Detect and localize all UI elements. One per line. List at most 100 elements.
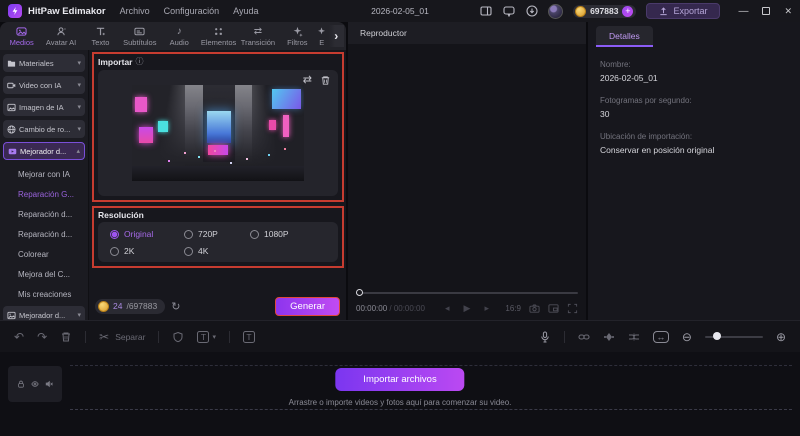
subtitles-icon [134,27,145,36]
play-icon[interactable]: ▶ [464,303,471,314]
tab-audio[interactable]: ♪ Audio [160,25,199,47]
sidebar-subitem-reparacion-d1[interactable]: Reparación d... [3,204,85,224]
radio-original[interactable]: Original [110,229,184,239]
refresh-icon[interactable]: ↻ [171,300,180,313]
next-frame-icon[interactable]: ▸ [484,303,489,314]
layout-panels-icon[interactable] [479,5,492,18]
menu-archivo[interactable]: Archivo [120,6,150,16]
tab-label: Subtítulos [123,38,157,47]
tab-transicion[interactable]: ⇄ Transición [238,25,277,47]
previous-frame-icon[interactable]: ◂ [445,303,450,314]
sidebar-subitem-mejora-del-c[interactable]: Mejora del C... [3,264,85,284]
field-label: Fotogramas por segundo: [600,96,692,105]
replace-media-icon[interactable]: ⇄ [303,75,312,86]
radio-dot-icon [110,246,119,256]
sidebar-subitem-mis-creaciones[interactable]: Mis creaciones [3,284,85,304]
sidebar-item-video-con-ia[interactable]: Video con IA ▾ [3,76,85,94]
split-label: Separar [115,331,146,342]
zoom-in-icon[interactable]: ⊕ [776,330,786,344]
radio-dot-icon [184,246,193,256]
titlebar-actions: 697883 + Exportar — ✕ [479,3,792,19]
seek-knob[interactable] [356,289,363,296]
fit-timeline-icon[interactable]: ↔ [652,330,669,343]
import-files-button[interactable]: Importar archivos [335,368,465,391]
timeline-zoom-slider[interactable] [704,332,763,340]
delete-trash-icon[interactable] [60,331,72,343]
tab-texto[interactable]: Texto [81,25,120,47]
sidebar-subitem-mejorar-con-ia[interactable]: Mejorar con IA [3,164,85,184]
bolt-icon [12,7,18,15]
tab-medios[interactable]: Medios [2,25,41,47]
info-icon[interactable]: ⓘ [135,56,143,67]
unlink-icon[interactable] [628,331,640,343]
tab-elementos[interactable]: Elementos [199,25,238,47]
eye-icon[interactable] [31,380,39,388]
text-template-icon[interactable]: T [242,330,255,343]
sidebar-item-imagen-de-ia[interactable]: Imagen de IA ▾ [3,98,85,116]
radio-1080p[interactable]: 1080P [250,229,326,239]
tab-label: E [319,37,325,47]
import-dropzone[interactable]: ⇄ [98,70,338,196]
pip-icon[interactable] [548,303,559,314]
add-credits-icon[interactable]: + [622,5,634,17]
media-thumbnail[interactable] [132,85,304,181]
radio-dot-icon [184,229,193,239]
radio-2k[interactable]: 2K [110,246,184,256]
import-section: Importar ⓘ ⇄ [92,52,344,202]
text-icon [96,27,105,36]
lock-icon[interactable] [17,380,25,388]
caret-down-icon: ▾ [77,126,81,133]
radio-4k[interactable]: 4K [184,246,250,256]
undo-icon[interactable]: ↶ [14,331,24,343]
tabs-scroll-right-button[interactable]: › [328,25,344,47]
minimize-button[interactable]: — [738,6,748,17]
speaker-mute-icon[interactable] [45,380,53,388]
microphone-icon[interactable] [539,331,551,343]
generate-button[interactable]: Generar [275,296,340,316]
fullscreen-icon[interactable] [567,303,578,314]
download-icon[interactable] [525,5,538,18]
scissors-split-icon[interactable]: ✂ [99,331,109,343]
tab-detalles[interactable]: Detalles [596,26,653,47]
zoom-out-icon[interactable]: ⊖ [682,330,692,344]
sidebar-subitem-colorear[interactable]: Colorear [3,244,85,264]
sidebar-item-materiales[interactable]: Materiales ▾ [3,54,85,72]
seek-bar[interactable] [356,289,578,296]
snapshot-camera-icon[interactable] [529,303,540,314]
user-avatar[interactable] [548,3,564,19]
tab-label: Transición [240,38,276,47]
sidebar-item-label: Mejorador d... [20,146,67,156]
tab-filtros[interactable]: Filtros [278,25,317,47]
tab-avatar-ai[interactable]: Avatar AI [41,25,80,47]
thumb-art-neon-sign [157,121,169,133]
keyframe-icon[interactable] [603,331,615,343]
menu-configuracion[interactable]: Configuración [164,6,220,16]
menu-ayuda[interactable]: Ayuda [233,6,258,16]
aspect-ratio-selector[interactable]: 16:9 [505,304,521,313]
close-button[interactable]: ✕ [784,6,792,17]
zoom-slider-knob[interactable] [712,332,721,340]
export-button[interactable]: Exportar [646,3,721,19]
import-tools: ⇄ [303,75,331,86]
export-label: Exportar [673,6,708,16]
text-style-dropdown[interactable]: T ▾ [197,330,216,343]
radio-720p[interactable]: 720P [184,229,250,239]
feedback-chat-icon[interactable] [502,5,515,18]
sidebar-subitem-reparacion-g[interactable]: Reparación G... [3,184,85,204]
tab-subtitulos[interactable]: Subtítulos [120,25,159,47]
marker-badge-icon[interactable] [172,331,184,343]
toolbar-right-tools: ↔ ⊖ ⊕ [539,330,786,344]
delete-trash-icon[interactable] [320,75,331,86]
sidebar-item-cambio-de-rostro[interactable]: Cambio de ro... ▾ [3,120,85,138]
maximize-button[interactable] [762,7,771,15]
redo-icon[interactable]: ↷ [37,331,47,343]
sidebar-subitem-reparacion-d2[interactable]: Reparación d... [3,224,85,244]
credits-badge[interactable]: 697883 + [573,4,637,18]
link-icon[interactable] [578,331,590,343]
app-title: HitPaw Edimakor [28,5,106,17]
tab-overflow-partial[interactable]: E [317,26,327,47]
radio-dot-icon [110,229,119,239]
detail-field-nombre: Nombre: 2026-02-05_01 [600,60,796,83]
import-title: Importar [98,56,133,67]
sidebar-item-mejorador-video[interactable]: Mejorador d... ▴ [3,142,85,160]
